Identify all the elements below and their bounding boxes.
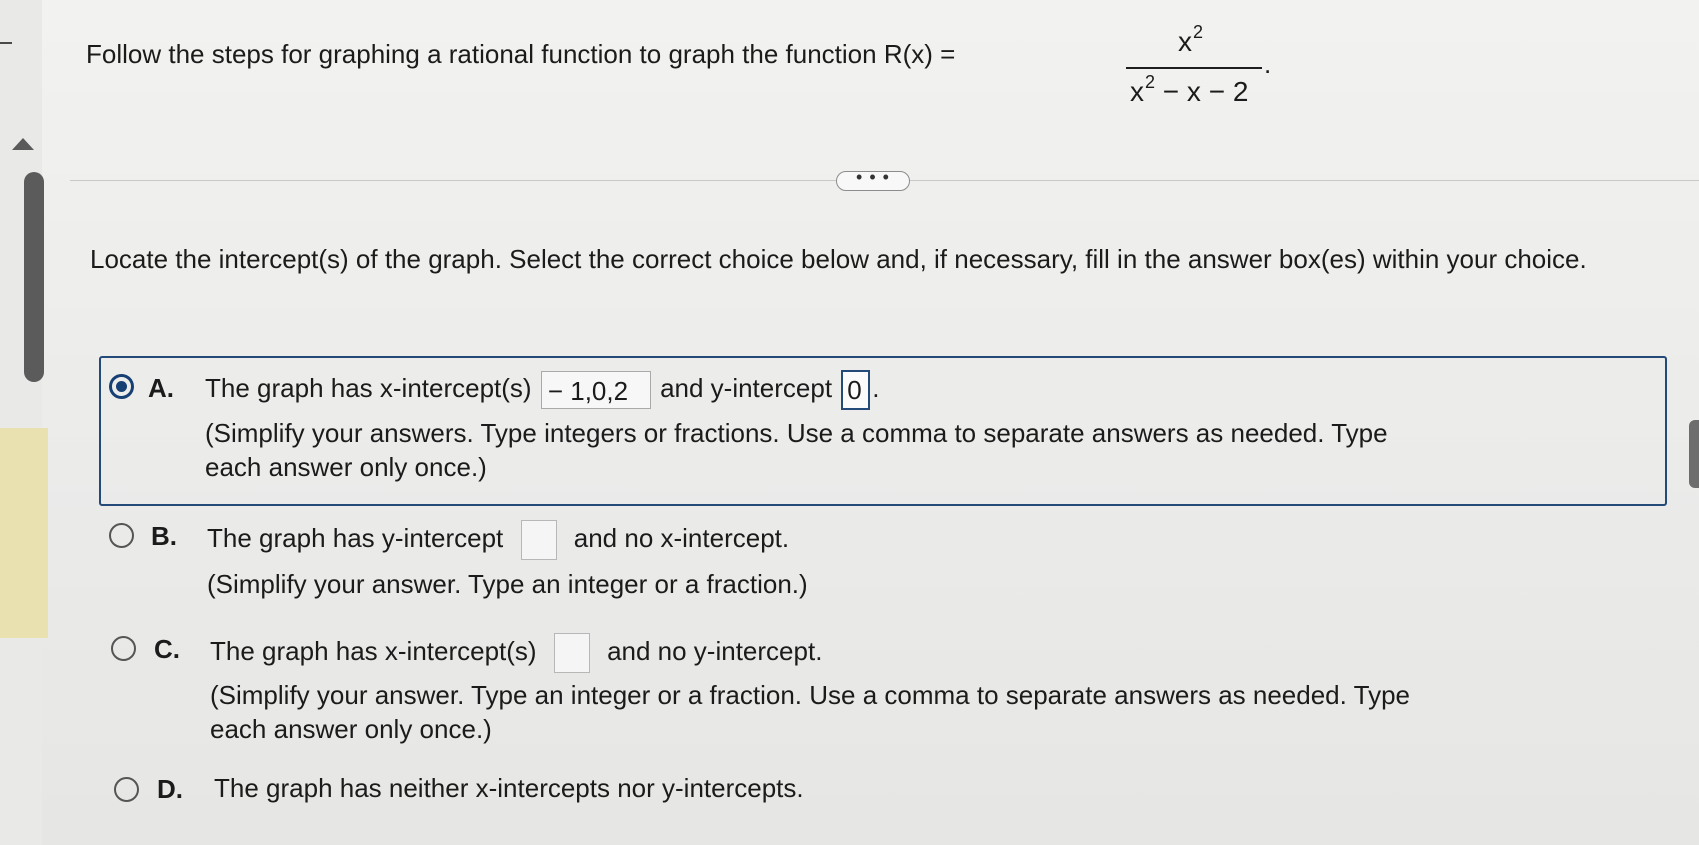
numerator-power: 2 bbox=[1193, 22, 1204, 42]
choice-a-letter: A. bbox=[148, 373, 174, 403]
choice-b-after: and no x-intercept. bbox=[573, 522, 790, 553]
screen-background: Follow the steps for graphing a rational… bbox=[0, 0, 1699, 845]
choice-c-main-line: The graph has x-intercept(s) and no y-in… bbox=[210, 633, 1410, 673]
choice-b-main-line: The graph has y-intercept and no x-inter… bbox=[207, 520, 808, 560]
x-intercepts-answer-box[interactable]: − 1,0,2 bbox=[540, 371, 651, 409]
choice-a-after: . bbox=[872, 372, 880, 403]
gutter-dash bbox=[0, 42, 12, 44]
choice-c-before: The graph has x-intercept(s) bbox=[210, 635, 537, 666]
fraction-bar bbox=[1126, 67, 1262, 69]
choice-b-before: The graph has y-intercept bbox=[207, 522, 504, 553]
instruction-text: Locate the intercept(s) of the graph. Se… bbox=[90, 244, 1587, 274]
rational-function-fraction: x2 x2 − x − 2 bbox=[1126, 14, 1262, 112]
choice-a-main-line: The graph has x-intercept(s) − 1,0,2 and… bbox=[205, 370, 1388, 410]
fraction-numerator: x2 bbox=[1178, 22, 1203, 58]
title-period: . bbox=[1264, 49, 1272, 79]
choice-a-middle: and y-intercept bbox=[660, 372, 833, 403]
denominator-tail: − x − 2 bbox=[1155, 76, 1249, 107]
choice-c-after: and no y-intercept. bbox=[607, 635, 823, 666]
choice-a-note-line-2: each answer only once.) bbox=[205, 452, 487, 482]
scrollbar-thumb[interactable] bbox=[24, 172, 44, 382]
choice-c-letter: C. bbox=[154, 634, 180, 664]
choice-b-note: (Simplify your answer. Type an integer o… bbox=[207, 569, 808, 599]
choice-c-note-line-1: (Simplify your answer. Type an integer o… bbox=[210, 680, 1410, 710]
choice-c-note-line-2: each answer only once.) bbox=[210, 714, 492, 744]
choice-c-content[interactable]: The graph has x-intercept(s) and no y-in… bbox=[210, 633, 1410, 745]
choice-d-radio[interactable] bbox=[114, 777, 139, 802]
denominator-base: x bbox=[1130, 76, 1144, 107]
choice-c-answer-box[interactable] bbox=[553, 633, 590, 673]
choice-d-text: The graph has neither x-intercepts nor y… bbox=[214, 773, 804, 803]
choice-a-note-line-1: (Simplify your answers. Type integers or… bbox=[205, 418, 1388, 448]
choice-a-before: The graph has x-intercept(s) bbox=[205, 372, 532, 403]
question-title: Follow the steps for graphing a rational… bbox=[86, 39, 956, 69]
more-button[interactable]: • • • bbox=[836, 168, 910, 191]
choice-b-content[interactable]: The graph has y-intercept and no x-inter… bbox=[207, 520, 808, 600]
choice-a-content[interactable]: The graph has x-intercept(s) − 1,0,2 and… bbox=[205, 370, 1388, 483]
scroll-up-arrow-icon[interactable] bbox=[12, 138, 34, 150]
numerator-base: x bbox=[1178, 26, 1192, 57]
side-highlight-strip bbox=[0, 428, 48, 638]
denominator-power: 2 bbox=[1145, 72, 1156, 92]
choice-a-radio[interactable] bbox=[109, 374, 134, 399]
choice-b-answer-box[interactable] bbox=[520, 520, 557, 560]
choice-b-letter: B. bbox=[151, 521, 177, 551]
choice-d-letter: D. bbox=[157, 774, 183, 804]
fraction-denominator: x2 − x − 2 bbox=[1130, 72, 1249, 108]
left-gutter bbox=[0, 0, 42, 845]
right-scroll-edge[interactable] bbox=[1689, 420, 1699, 488]
choice-d-content[interactable]: The graph has neither x-intercepts nor y… bbox=[214, 772, 804, 804]
y-intercept-answer-box[interactable]: 0 bbox=[841, 370, 871, 410]
choice-c-radio[interactable] bbox=[111, 636, 136, 661]
choice-b-radio[interactable] bbox=[109, 523, 134, 548]
